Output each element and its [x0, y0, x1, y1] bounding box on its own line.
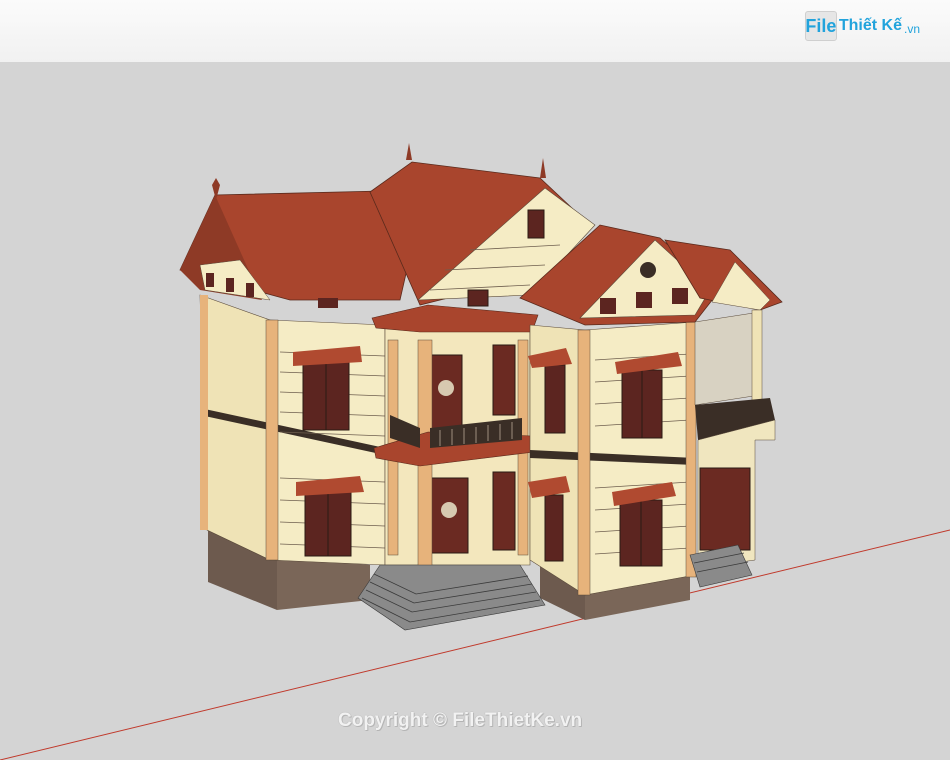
pilaster-right [577, 329, 591, 596]
logo-file-box: File [804, 11, 837, 41]
logo-tld-text: .vn [903, 22, 920, 36]
pilaster-left-back [200, 295, 208, 530]
terrace-back-wall [694, 311, 761, 406]
terrace-column [751, 309, 763, 409]
finial-center-right [540, 158, 546, 178]
finial-center [406, 143, 412, 160]
pilaster-right-corner [685, 321, 697, 578]
copyright-watermark: Copyright © FileThietKe.vn [338, 710, 583, 731]
front-steps[interactable] [357, 564, 546, 631]
porch-upper-side-door[interactable] [492, 344, 516, 416]
main-entrance-door-glass [441, 502, 457, 518]
brand-logo[interactable]: File Thiết Kế .vn [804, 10, 920, 42]
porch-upper-door-glass [438, 380, 454, 396]
porch-canopy-upper [371, 304, 539, 333]
porch-lower-side-door[interactable] [492, 471, 516, 551]
logo-brand-text: Thiết Kế [838, 17, 902, 34]
annex-door[interactable] [699, 467, 751, 551]
gable-center-window[interactable] [527, 209, 545, 239]
logo-file-text: File [805, 15, 837, 36]
attic-vent-center [467, 289, 489, 307]
villa-model[interactable] [179, 143, 783, 631]
model-viewport[interactable] [0, 0, 950, 760]
pilaster-left [265, 319, 279, 561]
gable-right-round-vent [640, 262, 656, 278]
